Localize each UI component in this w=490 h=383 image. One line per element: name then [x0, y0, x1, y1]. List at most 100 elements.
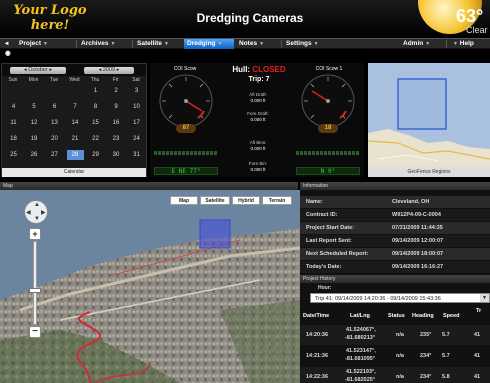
fore-bin-value: 0.000 ft	[250, 167, 266, 172]
table-row[interactable]: 14:20:36 41.524067°, -81.680213° n/a 235…	[300, 325, 490, 345]
row-lng: -81.682025°	[345, 377, 376, 383]
calendar-day[interactable]: 13	[46, 118, 63, 128]
zoom-slider-handle[interactable]	[29, 288, 41, 293]
pan-left-icon[interactable]: ◀	[26, 209, 31, 216]
col-status: Status	[388, 313, 405, 319]
calendar-day[interactable]: 22	[87, 134, 104, 144]
logo-line-2: here!	[30, 18, 70, 33]
geofence-map-image	[368, 63, 490, 167]
calendar-day[interactable]: 17	[128, 118, 145, 128]
menu-dredging[interactable]: Dredging ▼	[184, 39, 234, 49]
satellite-map[interactable]: ▲ ▼ ◀ ▶ + − Map Satellite Hybrid Terrain	[0, 190, 350, 383]
calendar-day[interactable]: 21	[67, 134, 84, 144]
prev-year-icon[interactable]: ◂	[99, 67, 102, 73]
menu-settings[interactable]: Settings ▼	[283, 39, 333, 49]
calendar-day[interactable]: 15	[87, 118, 104, 128]
row-heading: 235°	[420, 332, 432, 338]
map-type-hybrid-button[interactable]: Hybrid	[232, 196, 260, 205]
calendar-day[interactable]: 7	[67, 102, 84, 112]
calendar-day[interactable]: 29	[87, 150, 104, 160]
hour-label: Hour:	[318, 285, 332, 291]
calendar-day[interactable]: 19	[26, 134, 43, 144]
calendar-day[interactable]: 10	[128, 102, 145, 112]
calendar-panel: ◂ October ▸ ◂ 2009 ▸ Calendar Sun Mon Tue W…	[1, 63, 147, 177]
map-type-map-button[interactable]: Map	[170, 196, 198, 205]
right-gauge-readout: 18	[318, 124, 338, 133]
chevron-down-icon: ▼	[425, 41, 431, 47]
calendar-day[interactable]: 23	[108, 134, 125, 144]
calendar-day[interactable]: 28	[66, 150, 84, 160]
menu-help[interactable]: ▼ Help	[448, 39, 488, 49]
calendar-day[interactable]: 8	[87, 102, 104, 112]
calendar-day[interactable]: 1	[87, 86, 104, 96]
calendar-day[interactable]: 20	[46, 134, 63, 144]
info-section-header: Information	[300, 182, 490, 190]
month-select[interactable]: ◂ October ▸	[10, 67, 66, 74]
calendar-day[interactable]: 6	[46, 102, 63, 112]
calendar-day[interactable]: 30	[108, 150, 125, 160]
calendar-day[interactable]: 3	[128, 86, 145, 96]
zoom-in-button[interactable]: +	[29, 228, 41, 240]
geofence-map[interactable]: GeoFence Regions	[368, 63, 490, 177]
row-lat: 41.524067°,	[346, 327, 376, 333]
row-lat: 41.522193°,	[346, 369, 376, 375]
calendar-day[interactable]: 4	[5, 102, 22, 112]
map-type-terrain-button[interactable]: Terrain	[262, 196, 292, 205]
menu-project[interactable]: Project ▼	[16, 39, 74, 49]
menu-divider	[281, 40, 282, 48]
pan-up-icon[interactable]: ▲	[34, 202, 40, 208]
trip-select-value: Trip 41: 09/14/2009 14:20:36 - 09/14/200…	[315, 296, 441, 302]
menu-divider	[446, 40, 447, 48]
table-row[interactable]: 14:22:36 41.522193°, -81.682025° n/a 234…	[300, 367, 490, 383]
zoom-slider-track[interactable]	[33, 241, 37, 325]
chevron-down-icon[interactable]: ▼	[480, 294, 489, 302]
menu-admin[interactable]: Admin ▼	[400, 39, 444, 49]
calendar-day[interactable]: 31	[128, 150, 145, 160]
info-row-name: Name: Cleveland, OH	[300, 196, 490, 208]
next-month-icon[interactable]: ▸	[49, 67, 52, 73]
info-row-last-report: Last Report Sent: 09/14/2009 12:00:07	[300, 235, 490, 247]
menu-satellite[interactable]: Satellite ▼	[134, 39, 182, 49]
calendar-weekday: Thu	[90, 77, 100, 83]
page-title: Dredging Cameras	[196, 11, 304, 25]
map-pan-control[interactable]: ▲ ▼ ◀ ▶	[24, 200, 48, 224]
info-key: Contract ID:	[306, 212, 338, 218]
table-row[interactable]: 14:21:36 41.523147°, -81.681095° n/a 234…	[300, 346, 490, 366]
home-icon[interactable]: ◂ ◉	[2, 39, 14, 57]
pan-right-icon[interactable]: ▶	[41, 209, 46, 216]
calendar-weekday: Wed	[69, 77, 80, 83]
calendar-day[interactable]: 16	[108, 118, 125, 128]
calendar-day[interactable]: 18	[5, 134, 22, 144]
aft-draft-label: Aft Draft:	[249, 92, 267, 97]
calendar-empty-cell	[26, 86, 43, 96]
calendar-day[interactable]: 2	[108, 86, 125, 96]
pan-down-icon[interactable]: ▼	[34, 216, 40, 222]
calendar-day[interactable]: 11	[5, 118, 22, 128]
col-heading: Heading	[412, 313, 434, 319]
calendar-footer: Calendar	[2, 168, 146, 177]
menu-archives-label: Archives	[81, 40, 109, 47]
calendar-day[interactable]: 14	[67, 118, 84, 128]
calendar-day[interactable]: 12	[26, 118, 43, 128]
info-row-start-date: Project Start Date: 07/31/2009 11:44:35	[300, 222, 490, 234]
right-heading-display: N 0°	[296, 167, 360, 175]
menu-notes[interactable]: Notes ▼	[236, 39, 280, 49]
trip-select[interactable]: Trip 41: 09/14/2009 14:20:36 - 09/14/200…	[310, 293, 490, 303]
menu-archives[interactable]: Archives ▼	[78, 39, 130, 49]
year-select[interactable]: ◂ 2009 ▸	[84, 67, 134, 74]
calendar-day[interactable]: 25	[5, 150, 22, 160]
calendar-day[interactable]: 5	[26, 102, 43, 112]
zoom-out-button[interactable]: −	[29, 326, 41, 338]
calendar-day[interactable]: 27	[46, 150, 63, 160]
hull-label: Hull:	[232, 65, 251, 74]
left-speed-gauge	[159, 74, 213, 128]
calendar-day[interactable]: 24	[128, 134, 145, 144]
map-type-satellite-button[interactable]: Satellite	[200, 196, 230, 205]
info-key: Project Start Date:	[306, 225, 354, 231]
row-time: 14:20:36	[306, 332, 329, 338]
calendar-day[interactable]: 9	[108, 102, 125, 112]
calendar-day[interactable]: 26	[26, 150, 43, 160]
prev-month-icon[interactable]: ◂	[24, 67, 27, 73]
next-year-icon[interactable]: ▸	[117, 67, 120, 73]
row-speed: 5.7	[442, 332, 450, 338]
